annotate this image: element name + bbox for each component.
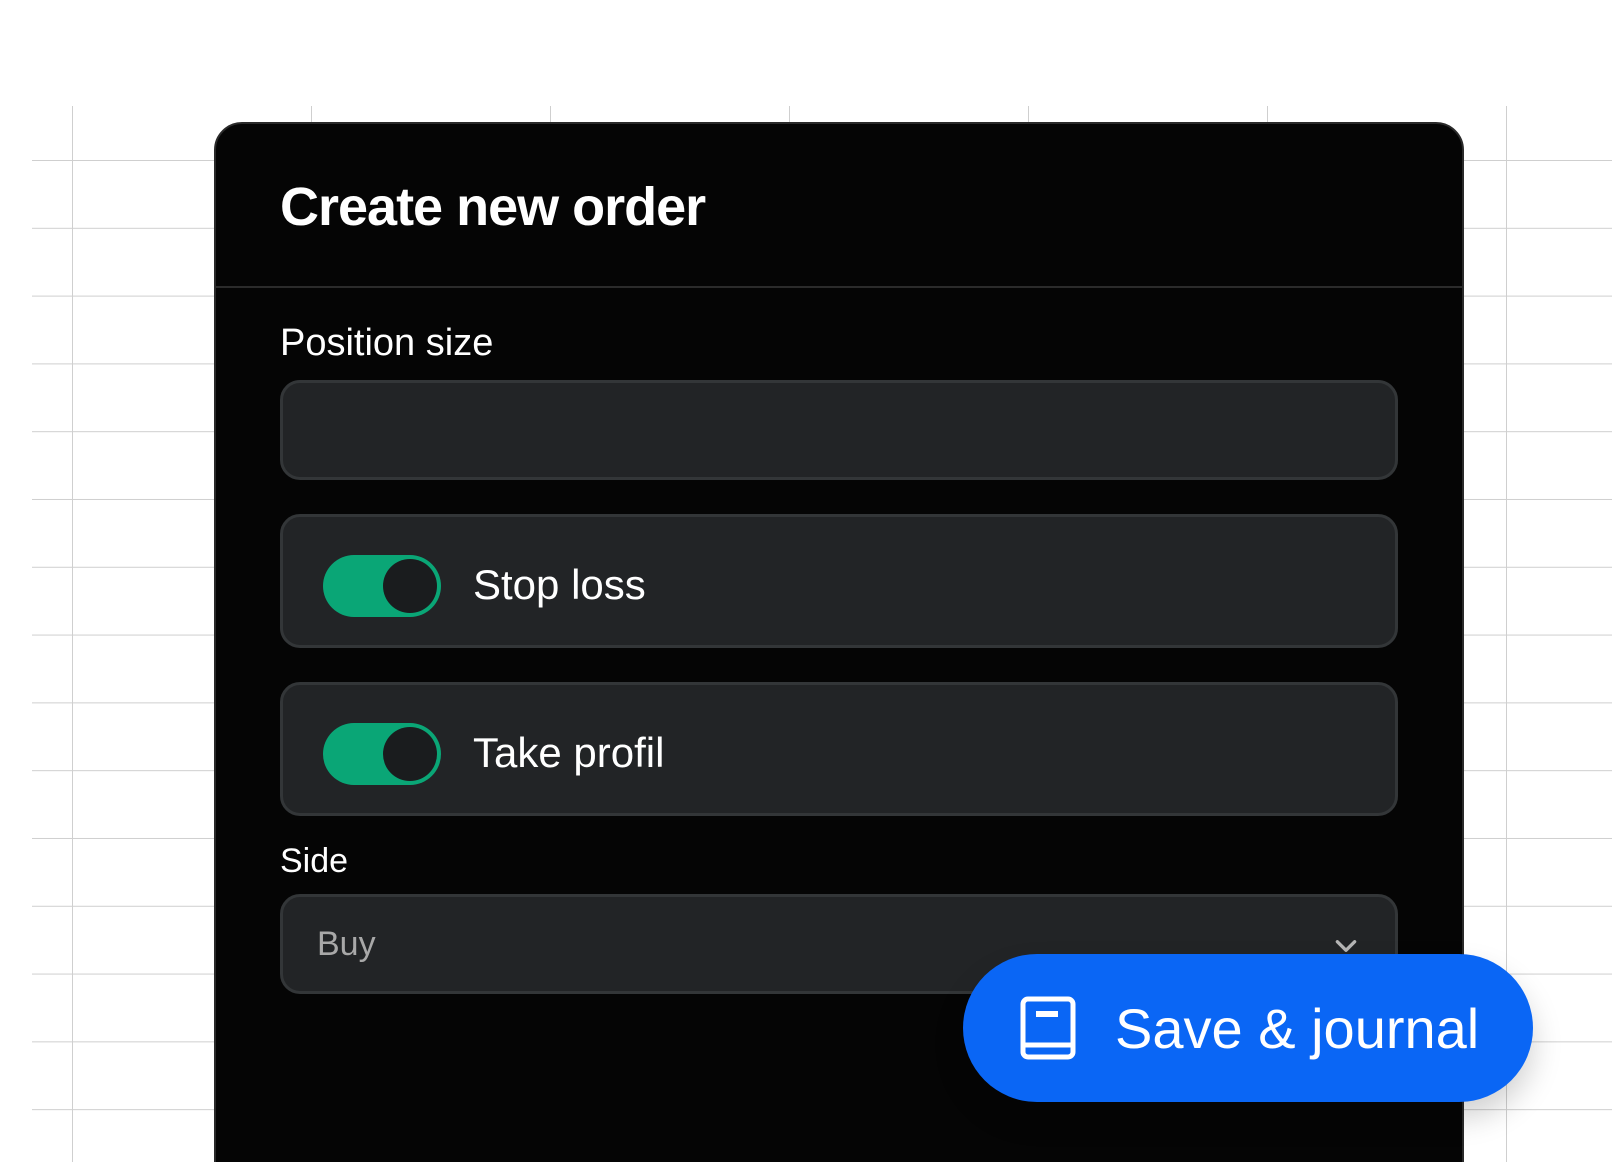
toggle-knob (383, 727, 437, 781)
page: Create new order Position size Stop loss… (0, 0, 1612, 1162)
save-and-journal-label: Save & journal (1115, 997, 1480, 1060)
take-profit-label: Take profil (473, 729, 665, 776)
side-label: Side (280, 842, 349, 880)
stop-loss-toggle[interactable] (323, 555, 441, 617)
dialog-header: Create new order (216, 124, 1462, 288)
stop-loss-label: Stop loss (473, 561, 646, 608)
top-whitespace (0, 0, 1612, 106)
position-size-input[interactable] (280, 380, 1398, 480)
side-select-value: Buy (317, 925, 376, 963)
stop-loss-row[interactable]: Stop loss (280, 514, 1398, 648)
take-profit-toggle[interactable] (323, 723, 441, 785)
toggle-knob (383, 559, 437, 613)
take-profit-row[interactable]: Take profil (280, 682, 1398, 816)
position-size-label: Position size (280, 322, 494, 364)
save-and-journal-button[interactable]: Save & journal (963, 954, 1533, 1102)
book-icon (1020, 996, 1076, 1060)
dialog-title: Create new order (280, 177, 706, 237)
